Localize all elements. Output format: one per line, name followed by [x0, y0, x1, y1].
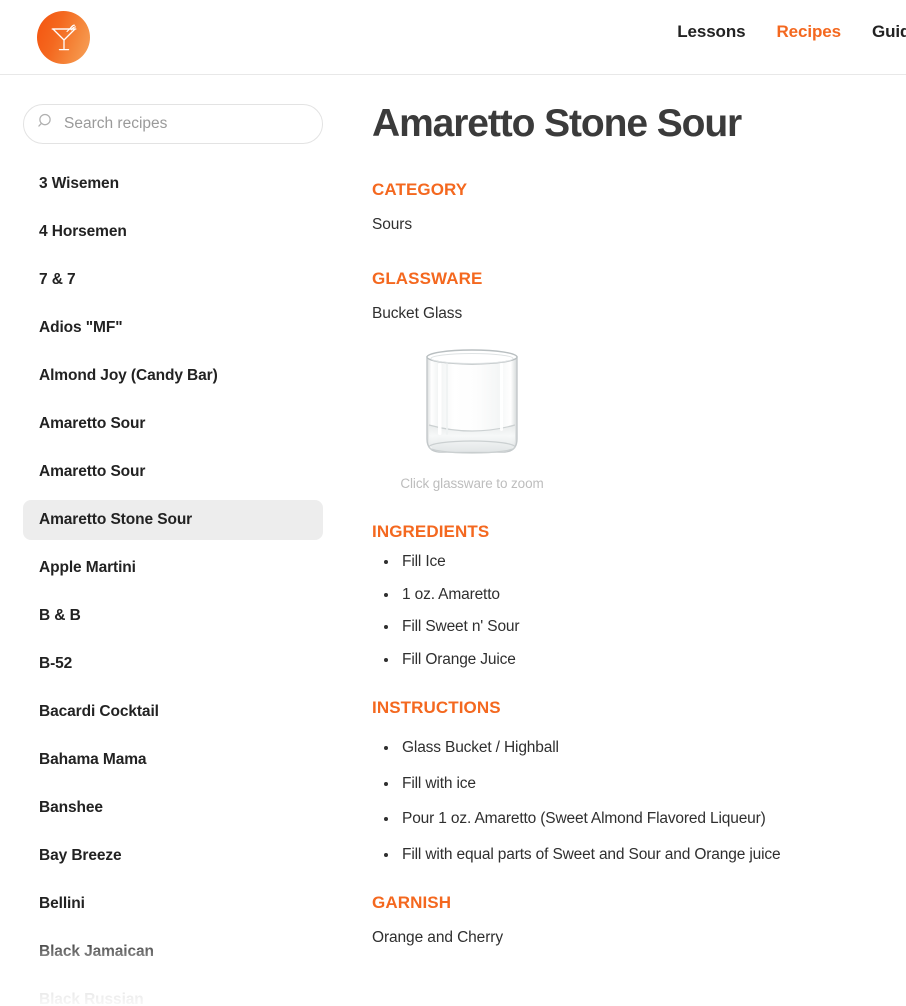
- ingredient-item: Fill Sweet n' Sour: [384, 619, 882, 635]
- recipe-list-item[interactable]: B-52: [23, 644, 323, 684]
- garnish-value: Orange and Cherry: [372, 929, 503, 947]
- ingredients-label: INGREDIENTS: [372, 522, 490, 542]
- ingredients-list: Fill Ice 1 oz. Amaretto Fill Sweet n' So…: [372, 554, 882, 667]
- garnish-label: GARNISH: [372, 893, 452, 913]
- recipe-list-item[interactable]: Amaretto Sour: [23, 404, 323, 444]
- instruction-item: Fill with equal parts of Sweet and Sour …: [384, 847, 882, 863]
- search-input[interactable]: [64, 115, 308, 133]
- recipe-list-item[interactable]: Bellini: [23, 884, 323, 924]
- recipe-list-item[interactable]: Black Jamaican: [23, 932, 323, 972]
- ingredient-item: Fill Ice: [384, 554, 882, 570]
- site-header: Lessons Recipes Guides: [0, 0, 906, 75]
- search-container: [23, 104, 323, 144]
- martini-glass-icon: [50, 23, 78, 53]
- nav-item-recipes[interactable]: Recipes: [776, 22, 841, 42]
- glassware-caption: Click glassware to zoom: [400, 476, 544, 492]
- recipe-list-item[interactable]: Adios "MF": [23, 308, 323, 348]
- recipe-list-item[interactable]: B & B: [23, 596, 323, 636]
- recipe-list-item[interactable]: 7 & 7: [23, 260, 323, 300]
- glassware-label: GLASSWARE: [372, 269, 483, 289]
- recipe-list-item[interactable]: Apple Martini: [23, 548, 323, 588]
- main-nav: Lessons Recipes Guides: [677, 22, 906, 42]
- ingredient-item: 1 oz. Amaretto: [384, 587, 882, 603]
- recipe-list-item[interactable]: 4 Horsemen: [23, 212, 323, 252]
- nav-item-guides[interactable]: Guides: [872, 22, 906, 42]
- search-icon: [38, 113, 55, 135]
- nav-item-lessons[interactable]: Lessons: [677, 22, 745, 42]
- recipe-list-item[interactable]: 3 Wisemen: [23, 164, 323, 204]
- instruction-item: Glass Bucket / Highball: [384, 740, 882, 756]
- instructions-list: Glass Bucket / Highball Fill with ice Po…: [372, 740, 882, 862]
- recipe-list-item[interactable]: Amaretto Sour: [23, 452, 323, 492]
- instruction-item: Pour 1 oz. Amaretto (Sweet Almond Flavor…: [384, 811, 882, 827]
- recipe-list-item[interactable]: Bacardi Cocktail: [23, 692, 323, 732]
- bucket-glass-icon[interactable]: [372, 347, 572, 464]
- page-title: Amaretto Stone Sour: [372, 102, 742, 145]
- glassware-value: Bucket Glass: [372, 305, 463, 323]
- search-box[interactable]: [23, 104, 323, 144]
- instruction-item: Fill with ice: [384, 776, 882, 792]
- recipe-list: 3 Wisemen 4 Horsemen 7 & 7 Adios "MF" Al…: [23, 164, 323, 1006]
- recipe-list-item[interactable]: Almond Joy (Candy Bar): [23, 356, 323, 396]
- site-logo[interactable]: [37, 11, 90, 64]
- recipe-sidebar: 3 Wisemen 4 Horsemen 7 & 7 Adios "MF" Al…: [0, 75, 345, 1006]
- category-label: CATEGORY: [372, 180, 468, 200]
- recipe-list-item[interactable]: Banshee: [23, 788, 323, 828]
- instructions-label: INSTRUCTIONS: [372, 698, 501, 718]
- recipe-list-item[interactable]: Bahama Mama: [23, 740, 323, 780]
- category-value: Sours: [372, 216, 412, 234]
- recipe-page: Lessons Recipes Guides 3 Wisemen 4 Horse…: [0, 0, 906, 1006]
- recipe-list-item[interactable]: Bay Breeze: [23, 836, 323, 876]
- recipe-detail: Amaretto Stone Sour CATEGORY Sours GLASS…: [345, 75, 906, 1006]
- ingredient-item: Fill Orange Juice: [384, 652, 882, 668]
- glassware-figure[interactable]: Click glassware to zoom: [372, 347, 572, 491]
- recipe-list-item-selected[interactable]: Amaretto Stone Sour: [23, 500, 323, 540]
- recipe-list-item[interactable]: Black Russian: [23, 980, 323, 1006]
